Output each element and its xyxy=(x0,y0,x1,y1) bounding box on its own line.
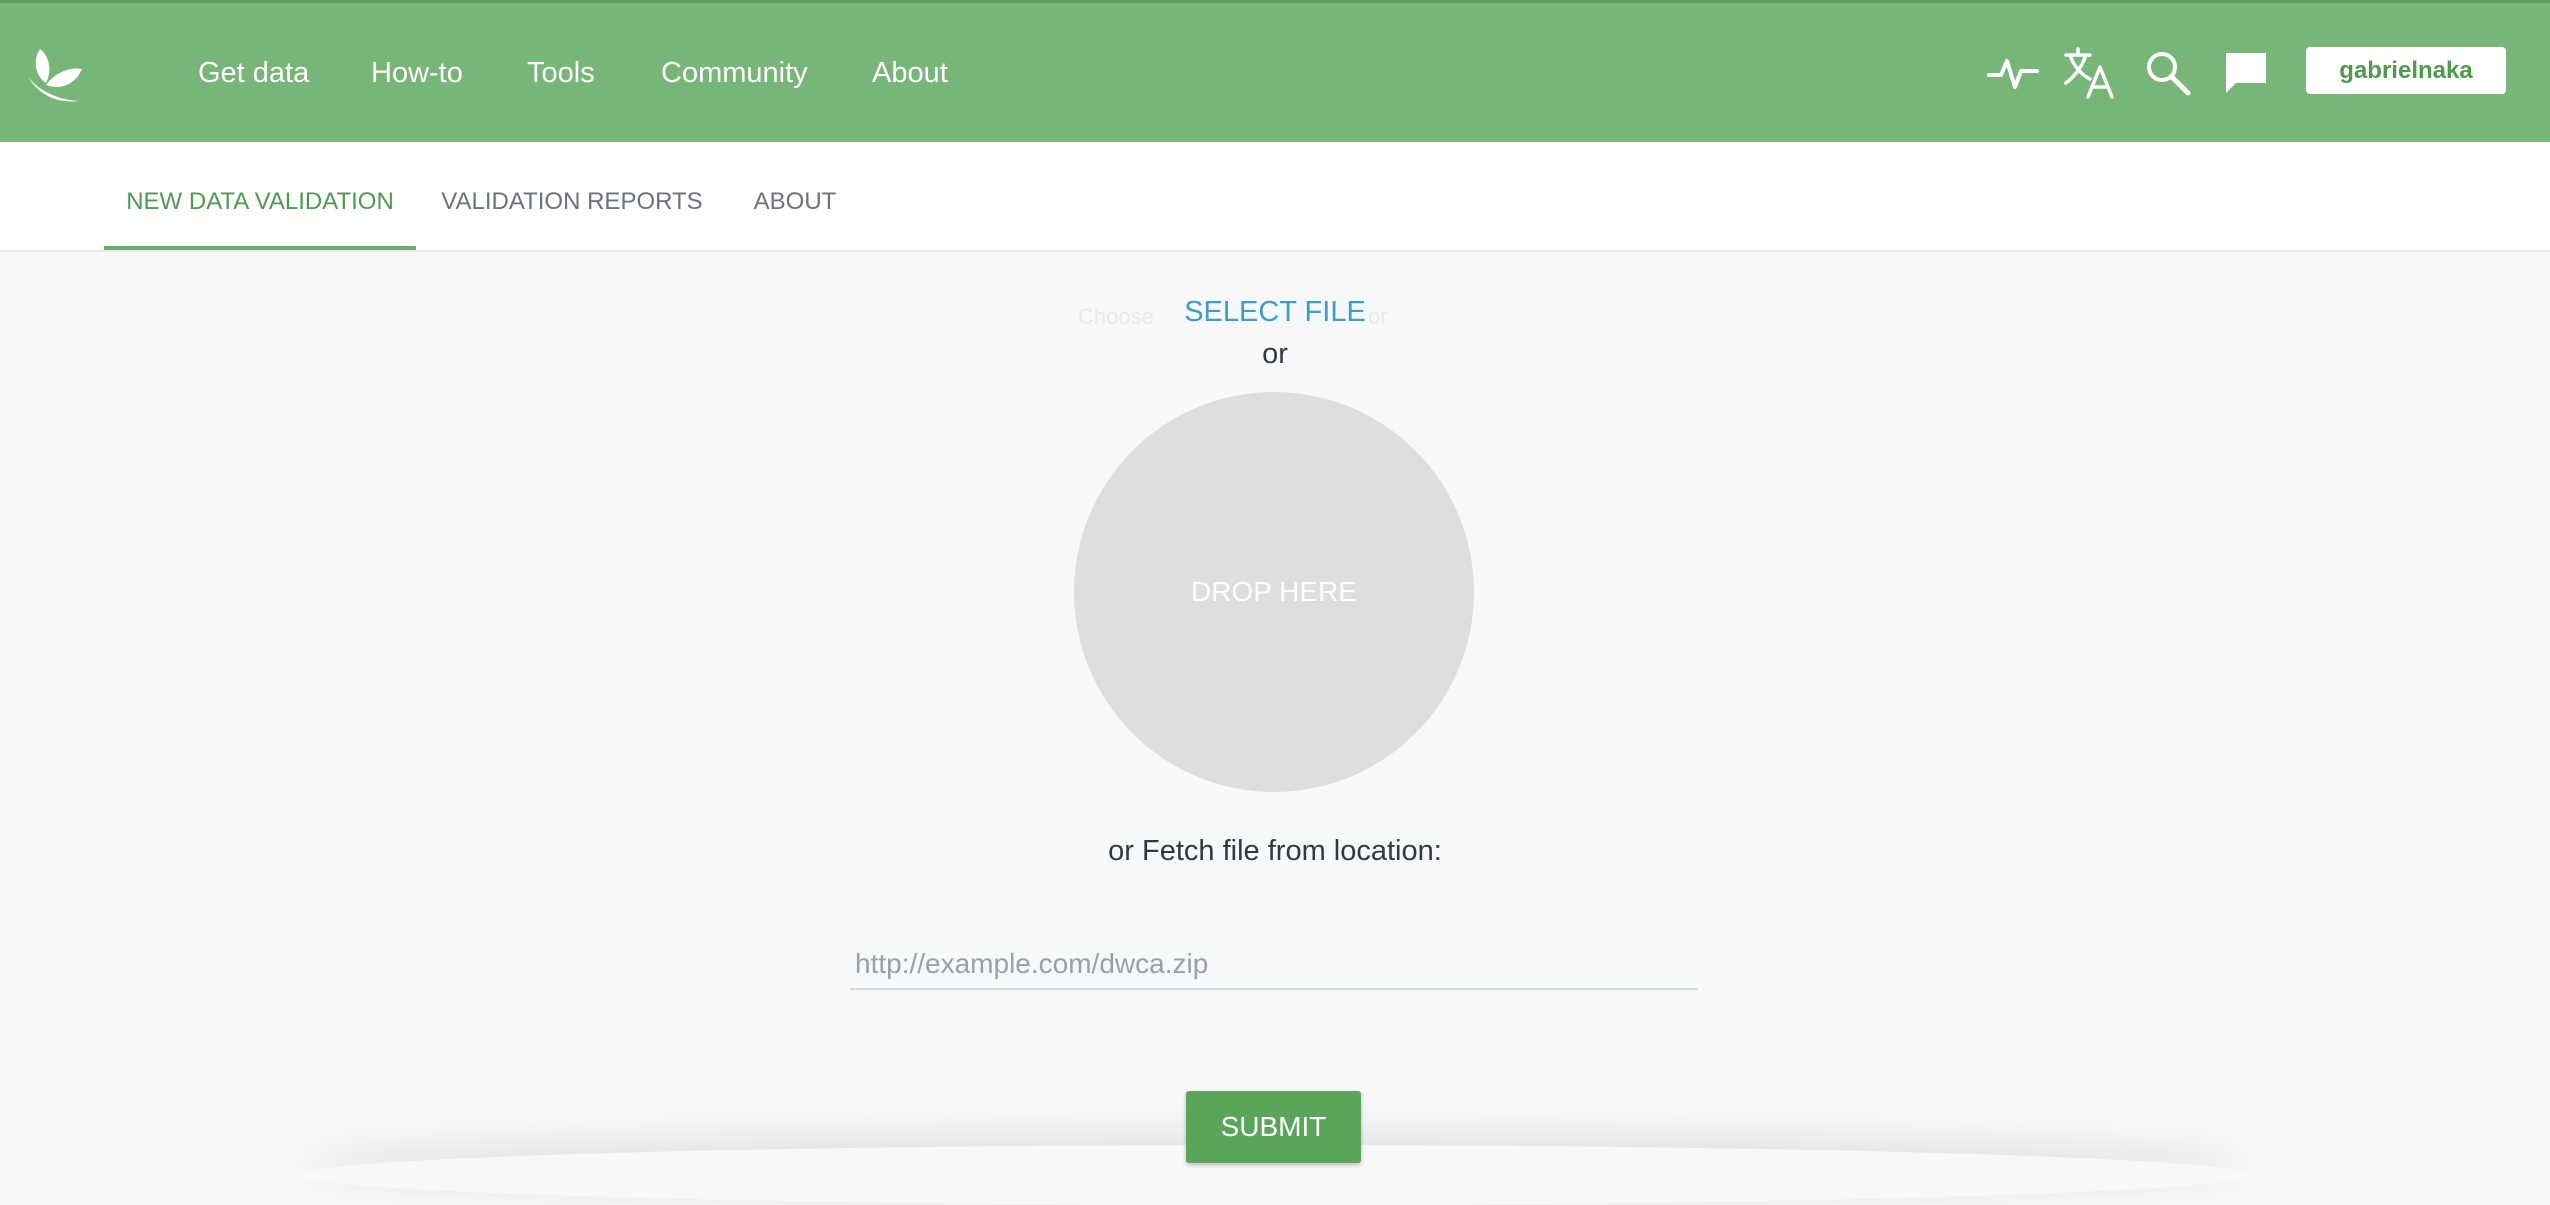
search-icon[interactable] xyxy=(2140,45,2196,101)
fetch-from-location-label: or Fetch file from location: xyxy=(1108,835,1442,867)
nav-tools[interactable]: Tools xyxy=(527,53,595,93)
tabs-bar: NEW DATA VALIDATION VALIDATION REPORTS A… xyxy=(0,142,2550,252)
top-navigation-bar: Get data How-to Tools Community About ga… xyxy=(0,0,2550,142)
translate-icon[interactable] xyxy=(2062,45,2118,101)
user-account-button[interactable]: gabrielnaka xyxy=(2306,47,2506,94)
nav-about[interactable]: About xyxy=(872,53,948,93)
tab-validation-reports[interactable]: VALIDATION REPORTS xyxy=(432,142,712,250)
or-separator: or xyxy=(1262,338,1288,370)
nav-how-to[interactable]: How-to xyxy=(371,53,463,93)
feedback-icon[interactable] xyxy=(2218,45,2274,101)
drop-zone[interactable]: DROP HERE xyxy=(1074,392,1474,792)
submit-button[interactable]: SUBMIT xyxy=(1186,1091,1361,1163)
drop-zone-label: DROP HERE xyxy=(1191,576,1357,607)
select-file-button[interactable]: SELECT FILE xyxy=(1075,292,1475,332)
nav-get-data[interactable]: Get data xyxy=(198,53,309,93)
nav-community[interactable]: Community xyxy=(661,53,808,93)
tab-about[interactable]: ABOUT xyxy=(740,142,850,250)
activity-icon[interactable] xyxy=(1985,45,2041,101)
file-url-input[interactable] xyxy=(850,940,1698,990)
tab-new-data-validation[interactable]: NEW DATA VALIDATION xyxy=(104,142,416,250)
gbif-logo-icon[interactable] xyxy=(22,43,86,107)
